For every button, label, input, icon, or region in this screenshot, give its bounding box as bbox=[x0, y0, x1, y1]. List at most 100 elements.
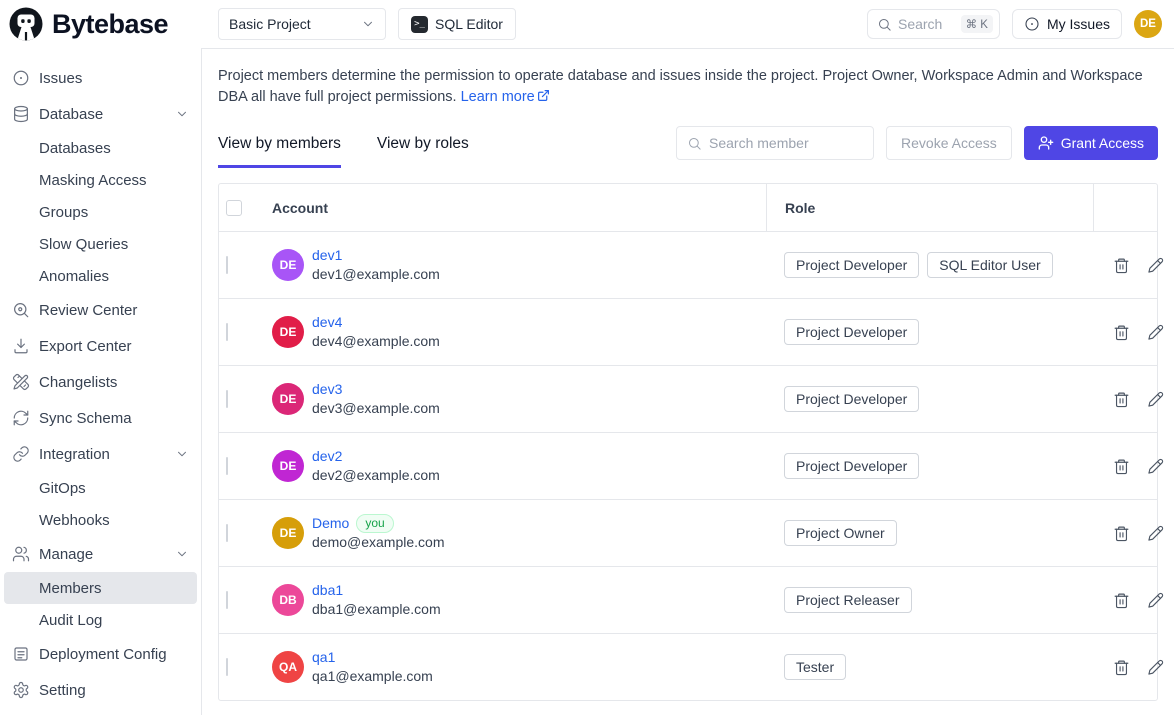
member-name-link[interactable]: Demo bbox=[312, 514, 349, 533]
sidebar-item-setting[interactable]: Setting bbox=[4, 672, 197, 708]
external-link-icon bbox=[537, 88, 550, 101]
sidebar-item-audit-log[interactable]: Audit Log bbox=[4, 604, 197, 636]
row-checkbox[interactable] bbox=[226, 524, 228, 542]
chevron-down-icon bbox=[361, 17, 375, 31]
avatar: DE bbox=[272, 383, 304, 415]
member-name-link[interactable]: dev1 bbox=[312, 246, 342, 265]
link-icon bbox=[12, 445, 30, 463]
row-checkbox[interactable] bbox=[226, 323, 228, 341]
brand-wordmark: Bytebase bbox=[52, 9, 168, 40]
avatar: DE bbox=[272, 517, 304, 549]
delete-icon[interactable] bbox=[1113, 659, 1130, 676]
sidebar-item-databases[interactable]: Databases bbox=[4, 132, 197, 164]
project-selector[interactable]: Basic Project bbox=[218, 8, 386, 40]
terminal-icon: >_ bbox=[411, 16, 428, 33]
gear-icon bbox=[12, 681, 30, 699]
database-icon bbox=[12, 105, 30, 123]
sidebar-item-webhooks[interactable]: Webhooks bbox=[4, 504, 197, 536]
top-bar: Bytebase Basic Project >_ SQL Editor Sea… bbox=[0, 0, 1174, 48]
search-member-input[interactable]: Search member bbox=[676, 126, 874, 160]
role-chip: SQL Editor User bbox=[927, 252, 1052, 278]
role-chip: Project Releaser bbox=[784, 587, 912, 613]
sidebar-item-groups[interactable]: Groups bbox=[4, 196, 197, 228]
delete-icon[interactable] bbox=[1113, 458, 1130, 475]
tab-view-by-roles[interactable]: View by roles bbox=[377, 135, 469, 168]
delete-icon[interactable] bbox=[1113, 324, 1130, 341]
search-placeholder: Search bbox=[898, 16, 955, 32]
user-plus-icon bbox=[1038, 135, 1054, 151]
avatar: DE bbox=[272, 316, 304, 348]
role-chip: Tester bbox=[784, 654, 846, 680]
member-email: dev4@example.com bbox=[312, 333, 440, 349]
row-checkbox[interactable] bbox=[226, 390, 228, 408]
you-badge: you bbox=[356, 514, 393, 533]
member-name-link[interactable]: qa1 bbox=[312, 648, 335, 667]
sidebar-item-masking-access[interactable]: Masking Access bbox=[4, 164, 197, 196]
bytebase-logo-icon bbox=[8, 6, 44, 42]
edit-icon[interactable] bbox=[1147, 659, 1164, 676]
edit-icon[interactable] bbox=[1147, 257, 1164, 274]
chevron-down-icon bbox=[175, 107, 189, 121]
row-checkbox[interactable] bbox=[226, 256, 228, 274]
member-name-link[interactable]: dev4 bbox=[312, 313, 342, 332]
my-issues-label: My Issues bbox=[1047, 16, 1110, 32]
avatar: QA bbox=[272, 651, 304, 683]
edit-icon[interactable] bbox=[1147, 592, 1164, 609]
row-checkbox[interactable] bbox=[226, 457, 228, 475]
member-email: qa1@example.com bbox=[312, 668, 433, 684]
sidebar-item-review-center[interactable]: Review Center bbox=[4, 292, 197, 328]
row-checkbox[interactable] bbox=[226, 658, 228, 676]
member-name-link[interactable]: dev3 bbox=[312, 380, 342, 399]
grant-access-button[interactable]: Grant Access bbox=[1024, 126, 1158, 160]
project-selector-value: Basic Project bbox=[229, 16, 311, 32]
sidebar-item-members[interactable]: Members bbox=[4, 572, 197, 604]
sidebar-item-integration[interactable]: Integration bbox=[4, 436, 197, 472]
search-shortcut-badge: ⌘ K bbox=[961, 15, 993, 33]
avatar: DE bbox=[272, 249, 304, 281]
document-lines-icon bbox=[12, 645, 30, 663]
member-name-link[interactable]: dev2 bbox=[312, 447, 342, 466]
sidebar-item-changelists[interactable]: Changelists bbox=[4, 364, 197, 400]
pencil-ruler-icon bbox=[12, 373, 30, 391]
edit-icon[interactable] bbox=[1147, 324, 1164, 341]
download-icon bbox=[12, 337, 30, 355]
row-checkbox[interactable] bbox=[226, 591, 228, 609]
select-all-checkbox[interactable] bbox=[226, 200, 242, 216]
table-row: DE dev2 dev2@example.com Project Develop… bbox=[219, 432, 1157, 499]
edit-icon[interactable] bbox=[1147, 525, 1164, 542]
sidebar-item-issues[interactable]: Issues bbox=[4, 60, 197, 96]
brand[interactable]: Bytebase bbox=[0, 6, 202, 42]
delete-icon[interactable] bbox=[1113, 257, 1130, 274]
sidebar-item-sync-schema[interactable]: Sync Schema bbox=[4, 400, 197, 436]
sidebar-item-slow-queries[interactable]: Slow Queries bbox=[4, 228, 197, 260]
sidebar-item-deployment-config[interactable]: Deployment Config bbox=[4, 636, 197, 672]
column-header-actions bbox=[1093, 184, 1157, 231]
avatar: DE bbox=[272, 450, 304, 482]
delete-icon[interactable] bbox=[1113, 525, 1130, 542]
table-header-row: Account Role bbox=[219, 184, 1157, 231]
members-toolbar: View by members View by roles Search mem… bbox=[218, 126, 1158, 168]
delete-icon[interactable] bbox=[1113, 391, 1130, 408]
member-name-link[interactable]: dba1 bbox=[312, 581, 343, 600]
column-header-role: Role bbox=[766, 184, 1093, 231]
sql-editor-label: SQL Editor bbox=[435, 16, 503, 32]
sidebar-item-database[interactable]: Database bbox=[4, 96, 197, 132]
sidebar-item-export-center[interactable]: Export Center bbox=[4, 328, 197, 364]
search-member-placeholder: Search member bbox=[709, 135, 809, 151]
chevron-down-icon bbox=[175, 547, 189, 561]
my-issues-button[interactable]: My Issues bbox=[1012, 9, 1122, 39]
delete-icon[interactable] bbox=[1113, 592, 1130, 609]
global-search-input[interactable]: Search ⌘ K bbox=[867, 9, 1000, 39]
sql-editor-button[interactable]: >_ SQL Editor bbox=[398, 8, 516, 40]
edit-icon[interactable] bbox=[1147, 391, 1164, 408]
tab-view-by-members[interactable]: View by members bbox=[218, 135, 341, 168]
sidebar-item-manage[interactable]: Manage bbox=[4, 536, 197, 572]
sidebar-item-gitops[interactable]: GitOps bbox=[4, 472, 197, 504]
edit-icon[interactable] bbox=[1147, 458, 1164, 475]
table-row: DE Demoyou demo@example.com Project Owne… bbox=[219, 499, 1157, 566]
learn-more-link[interactable]: Learn more bbox=[461, 89, 535, 105]
sidebar-item-anomalies[interactable]: Anomalies bbox=[4, 260, 197, 292]
revoke-access-button[interactable]: Revoke Access bbox=[886, 126, 1012, 160]
user-avatar[interactable]: DE bbox=[1134, 10, 1162, 38]
role-chip: Project Developer bbox=[784, 386, 919, 412]
